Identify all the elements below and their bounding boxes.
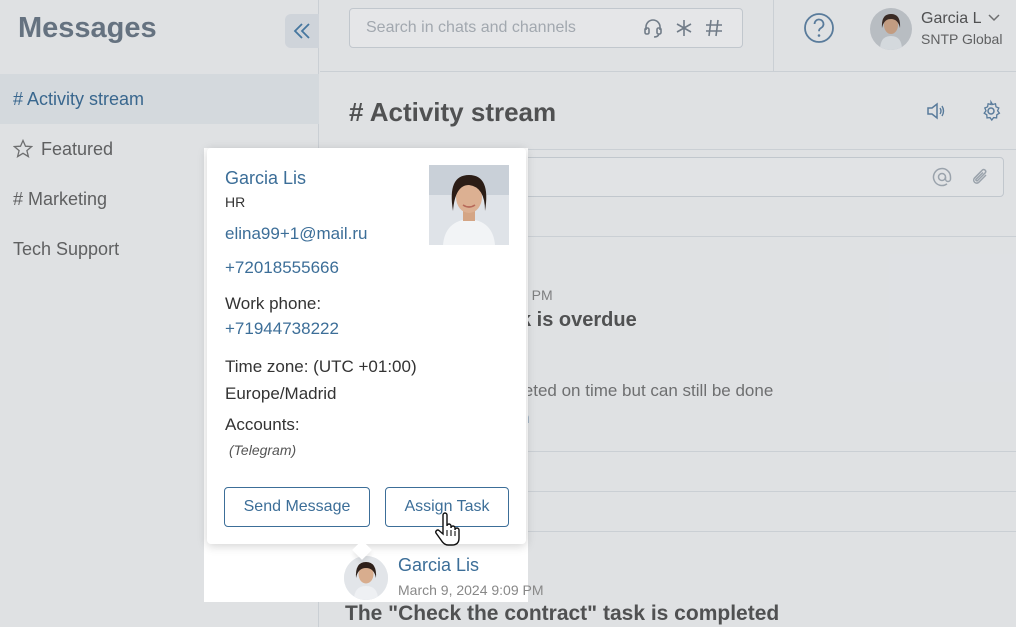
user-profile-popover: Garcia Lis HR elina99+1@mail.ru +7201855… (207, 148, 526, 560)
profile-role: HR (225, 194, 246, 210)
profile-name[interactable]: Garcia Lis (225, 168, 306, 189)
avatar[interactable] (344, 556, 388, 600)
send-message-button[interactable]: Send Message (224, 487, 370, 527)
profile-photo (429, 165, 509, 245)
telegram-account[interactable]: (Telegram) (229, 442, 296, 458)
message-author[interactable]: Garcia Lis (398, 555, 479, 576)
timezone-text: Time zone: (UTC +01:00) Europe/Madrid (225, 357, 417, 403)
profile-email-link[interactable]: elina99+1@mail.ru (225, 224, 367, 244)
hand-cursor-icon (435, 512, 460, 546)
accounts-label: Accounts: (225, 415, 300, 434)
profile-phone-link[interactable]: +72018555666 (225, 258, 339, 278)
message-time: March 9, 2024 9:09 PM (398, 582, 544, 598)
work-phone-link[interactable]: +71944738222 (225, 319, 339, 339)
work-phone-label: Work phone: (225, 294, 322, 313)
